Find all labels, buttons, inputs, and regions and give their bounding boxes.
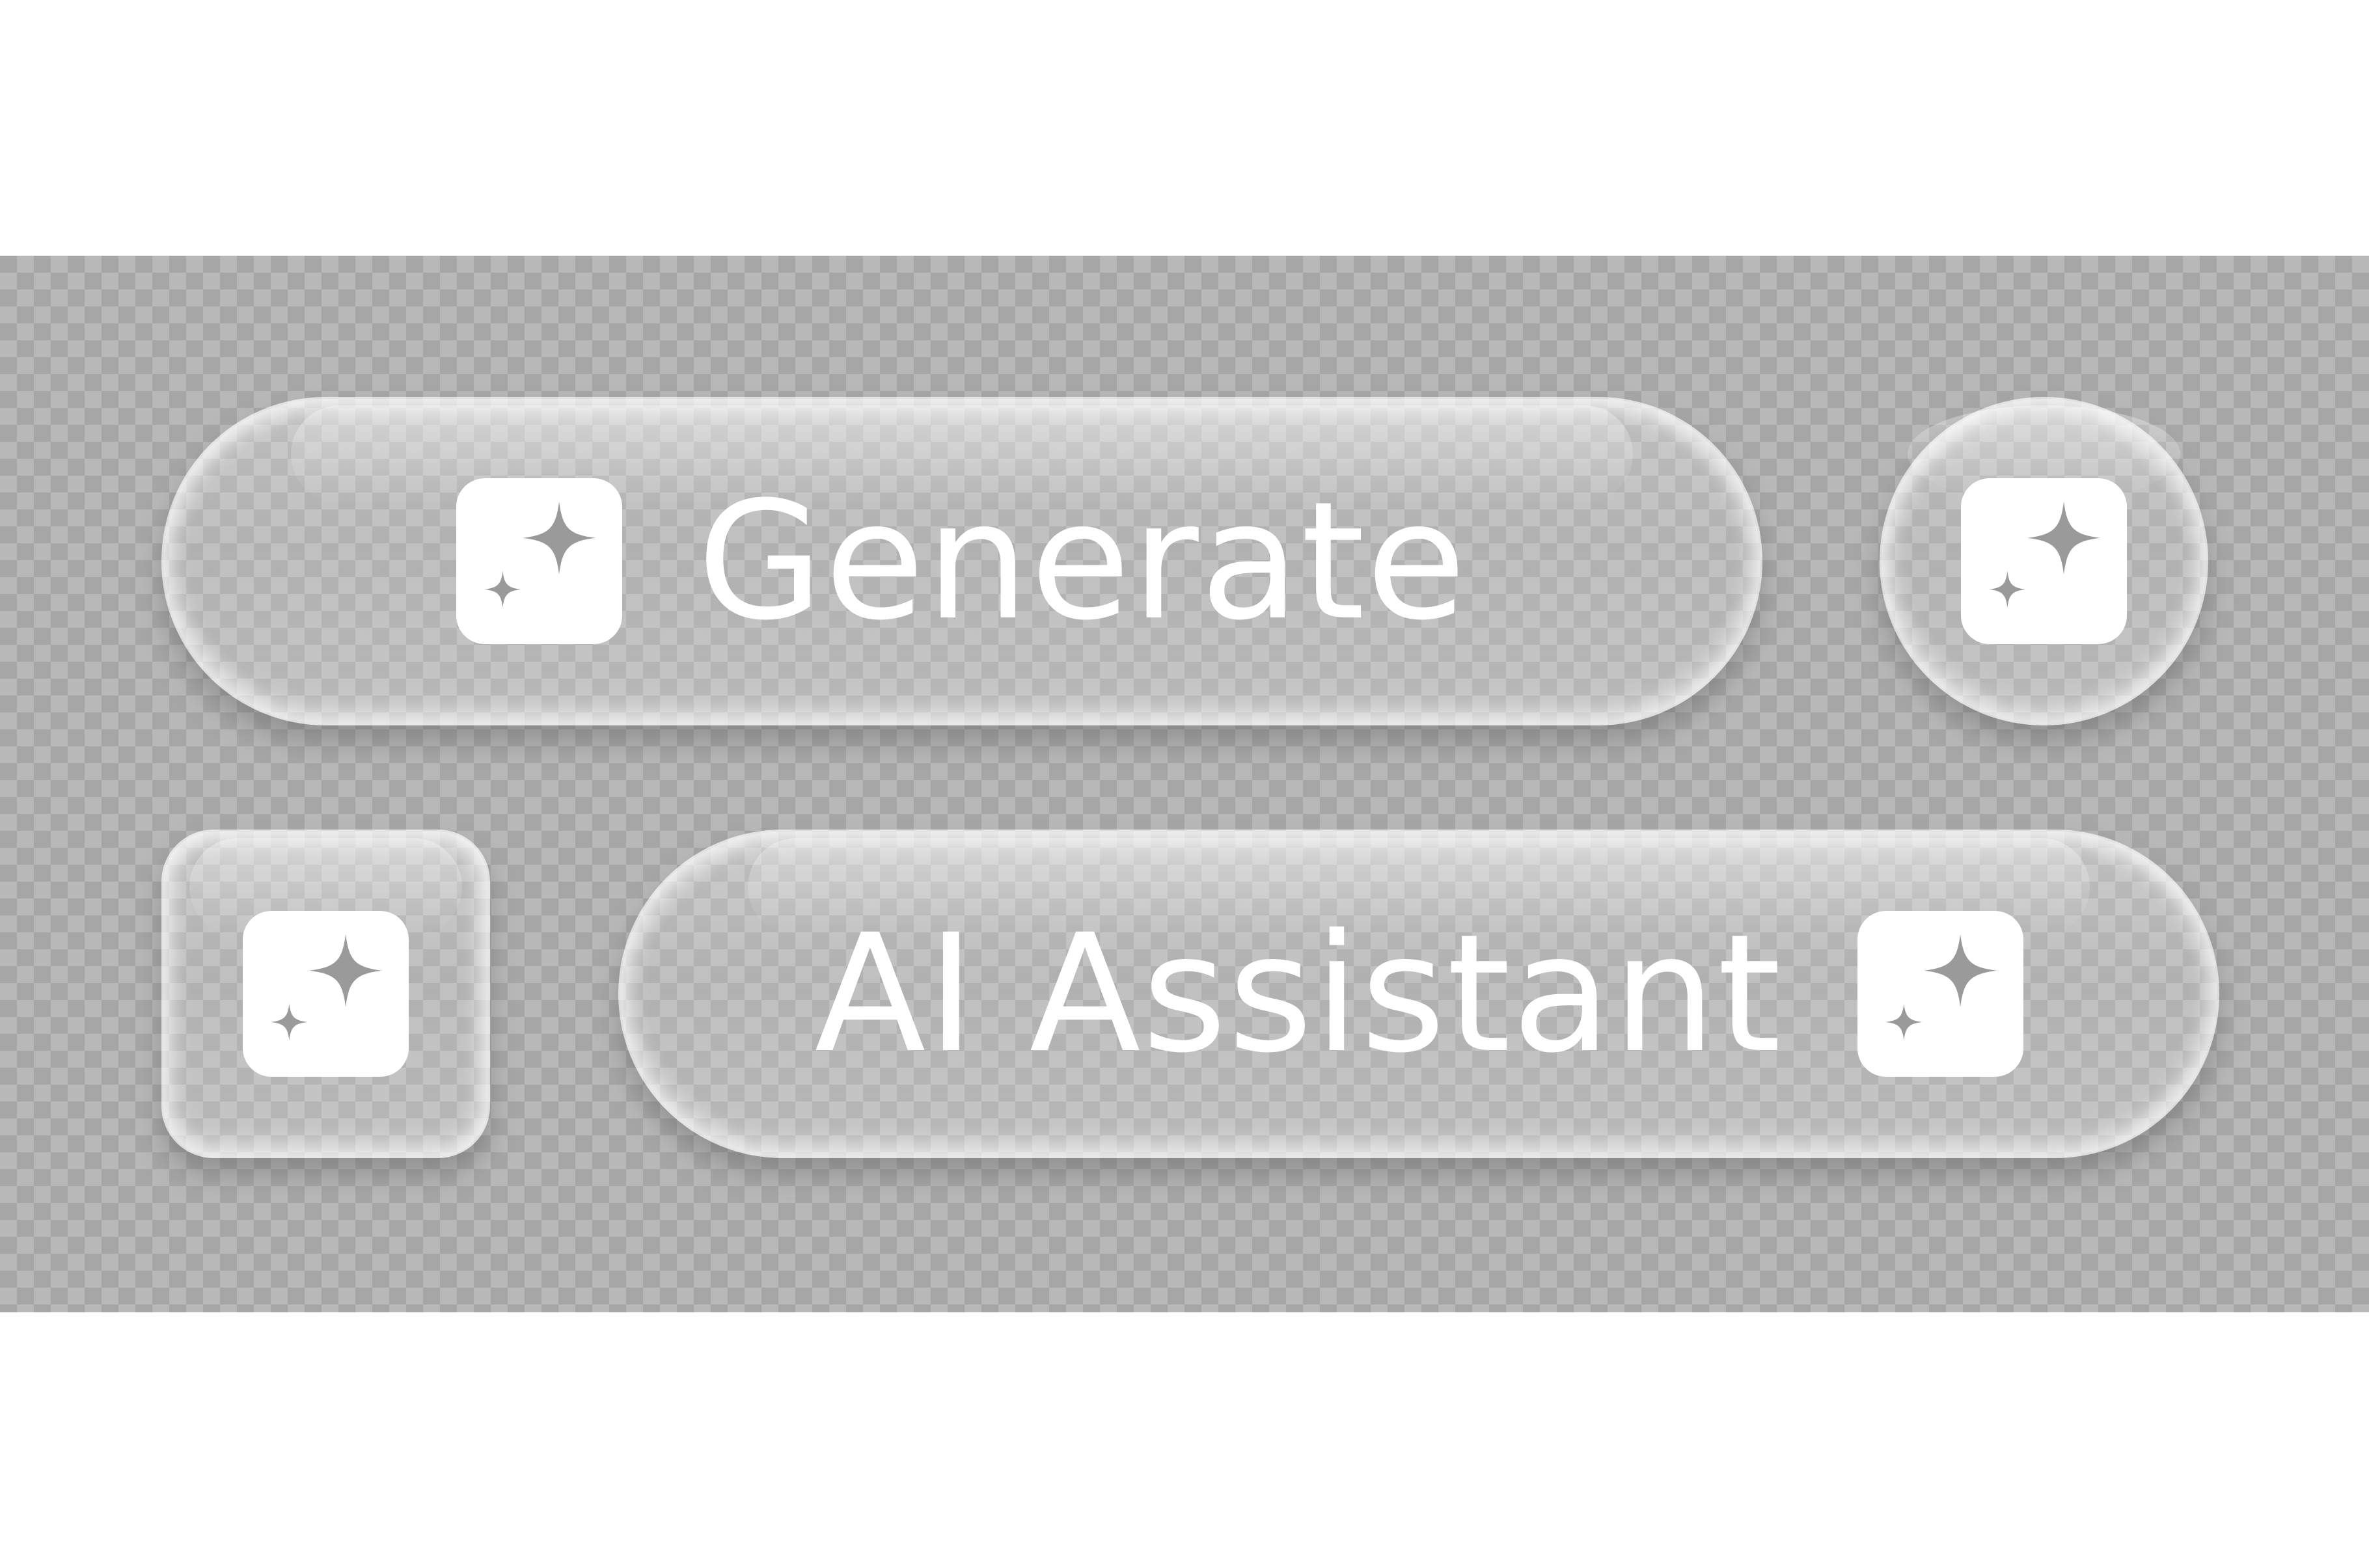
sparkle-square-button[interactable] <box>161 830 490 1158</box>
sparkle-icon <box>243 911 409 1077</box>
canvas: Generate AI Assistant <box>0 0 2369 1568</box>
sparkle-icon <box>456 478 623 644</box>
generate-label: Generate <box>697 466 1468 656</box>
sparkle-icon <box>1961 478 2127 644</box>
ai-assistant-button[interactable]: AI Assistant <box>618 830 2219 1158</box>
sparkle-circle-button[interactable] <box>1880 397 2208 725</box>
ai-assistant-label: AI Assistant <box>814 899 1783 1088</box>
sparkle-icon <box>1857 911 2023 1077</box>
generate-button[interactable]: Generate <box>161 397 1762 725</box>
